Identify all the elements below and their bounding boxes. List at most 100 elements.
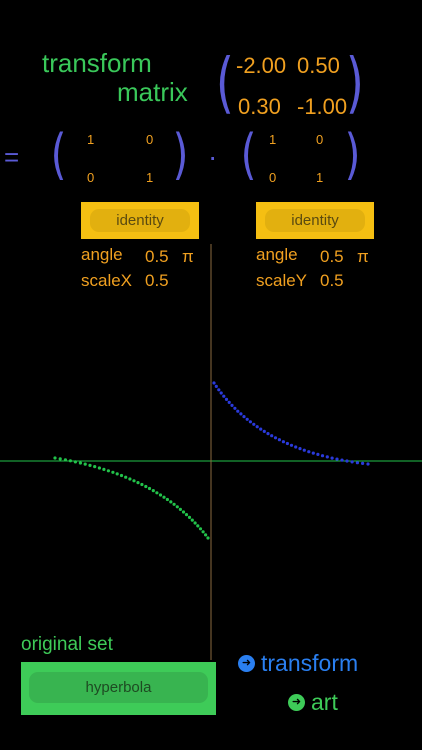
right-matrix-d: 1 bbox=[316, 170, 324, 185]
left-angle-value[interactable]: 0.5 bbox=[145, 247, 169, 267]
original-point bbox=[147, 486, 152, 491]
transformed-point bbox=[307, 450, 311, 454]
right-matrix-a: 1 bbox=[269, 132, 277, 147]
right-identity-label: identity bbox=[265, 209, 365, 232]
transformed-point bbox=[242, 415, 246, 419]
original-point bbox=[178, 507, 182, 511]
original-point bbox=[190, 518, 194, 522]
original-point bbox=[201, 530, 205, 534]
transformed-point bbox=[335, 457, 339, 461]
left-matrix-right-paren: ) bbox=[172, 123, 189, 186]
left-scale-value[interactable]: 0.5 bbox=[145, 271, 169, 291]
original-point bbox=[73, 460, 77, 464]
transformed-points bbox=[212, 381, 370, 466]
transformed-point bbox=[224, 397, 229, 401]
left-matrix-left-paren: ( bbox=[50, 123, 67, 186]
right-scale-label: scaleY bbox=[256, 271, 308, 290]
hyperbola-button[interactable]: hyperbola bbox=[21, 662, 216, 715]
transformed-point bbox=[350, 460, 354, 464]
left-identity-label: identity bbox=[90, 209, 190, 232]
right-matrix-right-paren: ) bbox=[344, 123, 361, 186]
transform-link-label: transform bbox=[261, 650, 359, 676]
transformed-point bbox=[270, 434, 274, 438]
left-matrix-a: 1 bbox=[87, 132, 95, 147]
art-link-label: art bbox=[311, 689, 338, 715]
hyperbola-label: hyperbola bbox=[29, 672, 208, 703]
transformed-point bbox=[320, 454, 325, 458]
transformed-point bbox=[248, 420, 252, 424]
transformed-point bbox=[222, 394, 226, 398]
transformed-point bbox=[236, 409, 240, 413]
original-point bbox=[158, 493, 163, 497]
original-point bbox=[115, 472, 119, 476]
transformed-point bbox=[361, 461, 365, 465]
transformed-point bbox=[294, 445, 298, 449]
original-point bbox=[204, 533, 208, 537]
left-angle-label: angle bbox=[81, 245, 123, 264]
original-point bbox=[187, 515, 192, 520]
transformed-point bbox=[345, 459, 349, 463]
transformed-point bbox=[285, 441, 289, 446]
original-point bbox=[155, 491, 159, 495]
left-matrix-d: 1 bbox=[146, 170, 154, 185]
original-point bbox=[132, 479, 136, 483]
left-angle-unit: π bbox=[182, 247, 194, 266]
transformed-point bbox=[330, 456, 334, 460]
transformed-point bbox=[266, 432, 270, 436]
transformed-point bbox=[227, 400, 231, 404]
right-matrix-c: 0 bbox=[269, 170, 277, 185]
transformed-point bbox=[325, 455, 329, 459]
original-point bbox=[172, 502, 176, 506]
left-matrix-c: 0 bbox=[87, 170, 95, 185]
original-point bbox=[124, 475, 128, 479]
original-point bbox=[169, 500, 173, 504]
right-scale-value[interactable]: 0.5 bbox=[320, 271, 344, 291]
original-point bbox=[175, 505, 179, 509]
original-point bbox=[58, 457, 62, 461]
right-identity-button[interactable]: identity bbox=[256, 202, 374, 239]
transformed-point bbox=[212, 381, 216, 385]
dot-operator: · bbox=[208, 141, 218, 172]
transformed-point bbox=[298, 447, 302, 451]
title-transform: transform bbox=[42, 48, 152, 78]
transformed-point bbox=[252, 422, 256, 426]
arrow-circle-icon: ➜ bbox=[238, 655, 255, 672]
art-link[interactable]: ➜ art bbox=[288, 689, 338, 716]
left-identity-button[interactable]: identity bbox=[81, 202, 199, 239]
transform-link[interactable]: ➜ transform bbox=[238, 650, 358, 677]
original-point bbox=[196, 524, 200, 528]
transformed-point bbox=[273, 436, 278, 440]
original-set-label: original set bbox=[21, 634, 113, 655]
original-point bbox=[140, 482, 144, 487]
transformed-point bbox=[239, 412, 243, 416]
original-point bbox=[162, 495, 166, 499]
transformed-point bbox=[366, 462, 370, 466]
transformed-point bbox=[217, 388, 221, 392]
original-point bbox=[53, 456, 57, 460]
right-matrix-left-paren: ( bbox=[240, 123, 257, 186]
transformed-point bbox=[281, 440, 285, 444]
original-point bbox=[128, 477, 132, 481]
title-matrix: matrix bbox=[117, 77, 188, 107]
original-point bbox=[193, 521, 197, 525]
right-angle-unit: π bbox=[357, 247, 369, 266]
transformed-point bbox=[233, 406, 237, 410]
original-point bbox=[181, 510, 186, 514]
transformed-point bbox=[219, 391, 223, 395]
transformed-point bbox=[259, 427, 263, 431]
transformed-point bbox=[255, 425, 259, 429]
original-point bbox=[102, 467, 106, 471]
right-angle-value[interactable]: 0.5 bbox=[320, 247, 344, 267]
transformed-point bbox=[230, 403, 234, 407]
right-angle-label: angle bbox=[256, 245, 298, 264]
transformed-point bbox=[277, 438, 281, 442]
original-point bbox=[83, 462, 87, 466]
transformed-point bbox=[311, 451, 315, 455]
transformed-point bbox=[316, 452, 320, 456]
right-matrix-b: 0 bbox=[316, 132, 324, 147]
original-point bbox=[63, 458, 67, 462]
transformed-point bbox=[302, 448, 306, 452]
matrix-c: 0.30 bbox=[238, 94, 281, 119]
original-point bbox=[97, 466, 101, 470]
original-point bbox=[106, 469, 110, 473]
